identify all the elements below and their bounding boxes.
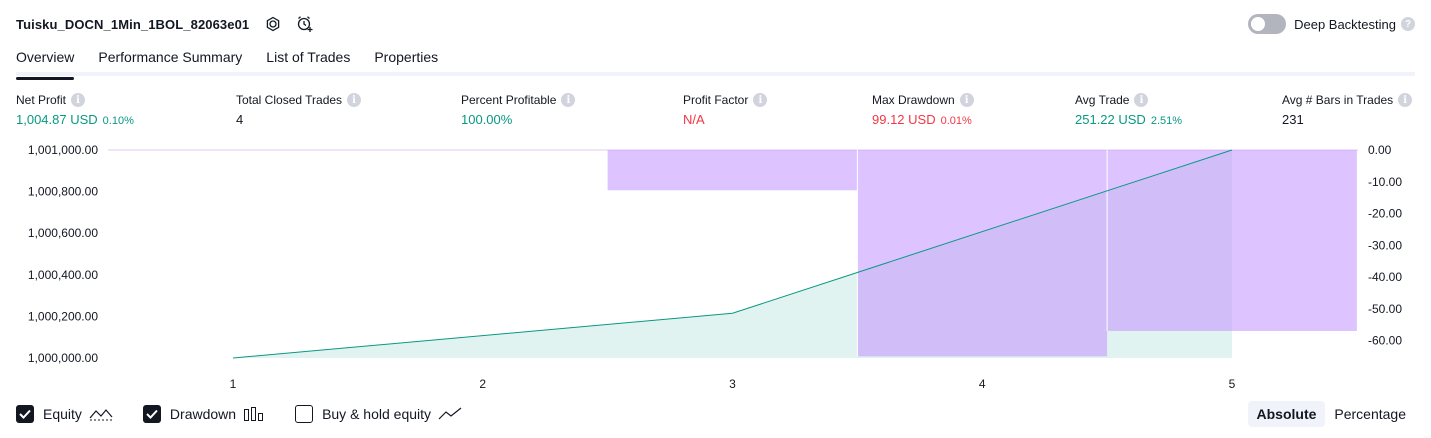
right-axis-tick: -10.00	[1368, 175, 1402, 189]
x-axis-tick: 3	[729, 377, 736, 391]
info-icon[interactable]: i	[1398, 93, 1413, 107]
left-axis-tick: 1,001,000.00	[28, 143, 98, 157]
metric-percent-profitable: Percent Profitable i 100.00%	[461, 93, 576, 127]
strategy-name: Tuisku_DOCN_1Min_1BOL_82063e01	[16, 16, 250, 32]
right-axis-tick: -60.00	[1368, 334, 1402, 348]
metric-label: Avg # Bars in Trades	[1282, 93, 1394, 107]
buy-hold-line-icon	[438, 406, 462, 422]
drawdown-bar	[1107, 150, 1357, 331]
legend-drawdown[interactable]: Drawdown	[142, 405, 265, 423]
metric-label: Avg Trade	[1075, 93, 1130, 107]
drawdown-bar	[857, 150, 1108, 357]
right-axis-tick: 0.00	[1368, 143, 1392, 157]
legend-label: Equity	[43, 406, 82, 422]
deep-backtesting-label: Deep Backtesting	[1294, 16, 1396, 32]
strategy-header: Tuisku_DOCN_1Min_1BOL_82063e01 Deep Back…	[16, 10, 1415, 38]
absolute-button[interactable]: Absolute	[1247, 401, 1326, 427]
left-axis-tick: 1,000,000.00	[28, 351, 98, 365]
metric-percent: 2.51%	[1150, 115, 1183, 127]
info-icon[interactable]: i	[1134, 93, 1149, 107]
legend-label: Drawdown	[169, 406, 237, 422]
buy-hold-checkbox[interactable]	[295, 405, 314, 423]
metric-label: Net Profit	[16, 93, 67, 107]
x-axis-tick: 2	[479, 377, 486, 391]
tab-properties[interactable]: Properties	[374, 44, 438, 76]
add-alert-icon[interactable]	[295, 14, 315, 34]
tab-overview[interactable]: Overview	[16, 44, 75, 80]
metric-profit-factor: Profit Factor i N/A	[683, 93, 768, 127]
metric-label: Max Drawdown	[872, 93, 955, 107]
metric-value: 4	[236, 112, 244, 127]
metric-percent: 0.10%	[102, 115, 134, 127]
metric-label: Profit Factor	[683, 93, 749, 107]
report-tabs: Overview Performance Summary List of Tra…	[16, 44, 1415, 80]
metric-avg-bars: Avg # Bars in Trades i 231	[1282, 93, 1413, 127]
metric-value: 1,004.87 USD	[16, 112, 98, 127]
left-axis-tick: 1,000,400.00	[28, 268, 98, 282]
left-axis-tick: 1,000,200.00	[28, 309, 98, 323]
tab-list-of-trades[interactable]: List of Trades	[266, 44, 350, 76]
metric-net-profit: Net Profit i 1,004.87 USD 0.10%	[16, 93, 134, 127]
metric-value: 100.00%	[461, 112, 513, 127]
info-icon[interactable]: i	[347, 93, 362, 107]
metric-percent: 0.01%	[940, 115, 972, 127]
left-axis-tick: 1,000,600.00	[28, 226, 98, 240]
legend-equity[interactable]: Equity	[16, 405, 113, 423]
info-icon[interactable]: i	[561, 93, 576, 107]
metric-label: Percent Profitable	[461, 93, 557, 107]
metric-value: 231	[1282, 112, 1304, 127]
metric-avg-trade: Avg Trade i 251.22 USD 2.51%	[1075, 93, 1182, 127]
info-icon[interactable]: i	[71, 93, 86, 107]
metric-total-closed-trades: Total Closed Trades i 4	[236, 93, 362, 127]
legend-label: Buy & hold equity	[322, 406, 432, 422]
equity-checkbox[interactable]	[16, 405, 34, 423]
metric-value: 251.22 USD	[1075, 112, 1146, 127]
legend-buy-hold[interactable]: Buy & hold equity	[295, 405, 462, 423]
metric-value: N/A	[683, 112, 705, 127]
x-axis-tick: 5	[1229, 377, 1236, 391]
drawdown-bar	[607, 150, 858, 191]
percentage-button[interactable]: Percentage	[1325, 401, 1415, 427]
deep-backtesting-toggle[interactable]	[1248, 14, 1287, 34]
question-icon[interactable]: ?	[1401, 17, 1415, 31]
metric-label: Total Closed Trades	[236, 93, 343, 107]
x-axis-tick: 1	[230, 377, 237, 391]
tab-performance-summary[interactable]: Performance Summary	[98, 44, 242, 76]
drawdown-checkbox[interactable]	[142, 405, 161, 423]
left-axis-tick: 1,000,800.00	[28, 185, 98, 199]
drawdown-bars-icon	[243, 406, 265, 422]
x-axis-tick: 4	[979, 377, 986, 391]
deep-backtesting-control: Deep Backtesting ?	[1248, 14, 1415, 34]
scale-switch: Absolute Percentage	[1247, 401, 1416, 427]
metric-max-drawdown: Max Drawdown i 99.12 USD 0.01%	[872, 93, 974, 127]
right-axis-tick: -30.00	[1368, 238, 1402, 252]
right-axis-tick: -20.00	[1368, 207, 1402, 221]
metric-value: 99.12 USD	[872, 112, 936, 127]
equity-drawdown-chart[interactable]: 1,001,000.00 1,000,800.00 1,000,600.00 1,00…	[0, 140, 1431, 396]
right-axis-tick: -40.00	[1368, 270, 1402, 284]
settings-icon[interactable]	[263, 14, 283, 34]
info-icon[interactable]: i	[753, 93, 768, 107]
chart-legend: Equity Drawdown Buy & hold equity	[16, 403, 492, 425]
equity-line-icon	[89, 406, 113, 422]
right-axis-tick: -50.00	[1368, 302, 1402, 316]
info-icon[interactable]: i	[959, 93, 974, 107]
metrics-row: Net Profit i 1,004.87 USD 0.10% Total Clos…	[0, 93, 1431, 133]
